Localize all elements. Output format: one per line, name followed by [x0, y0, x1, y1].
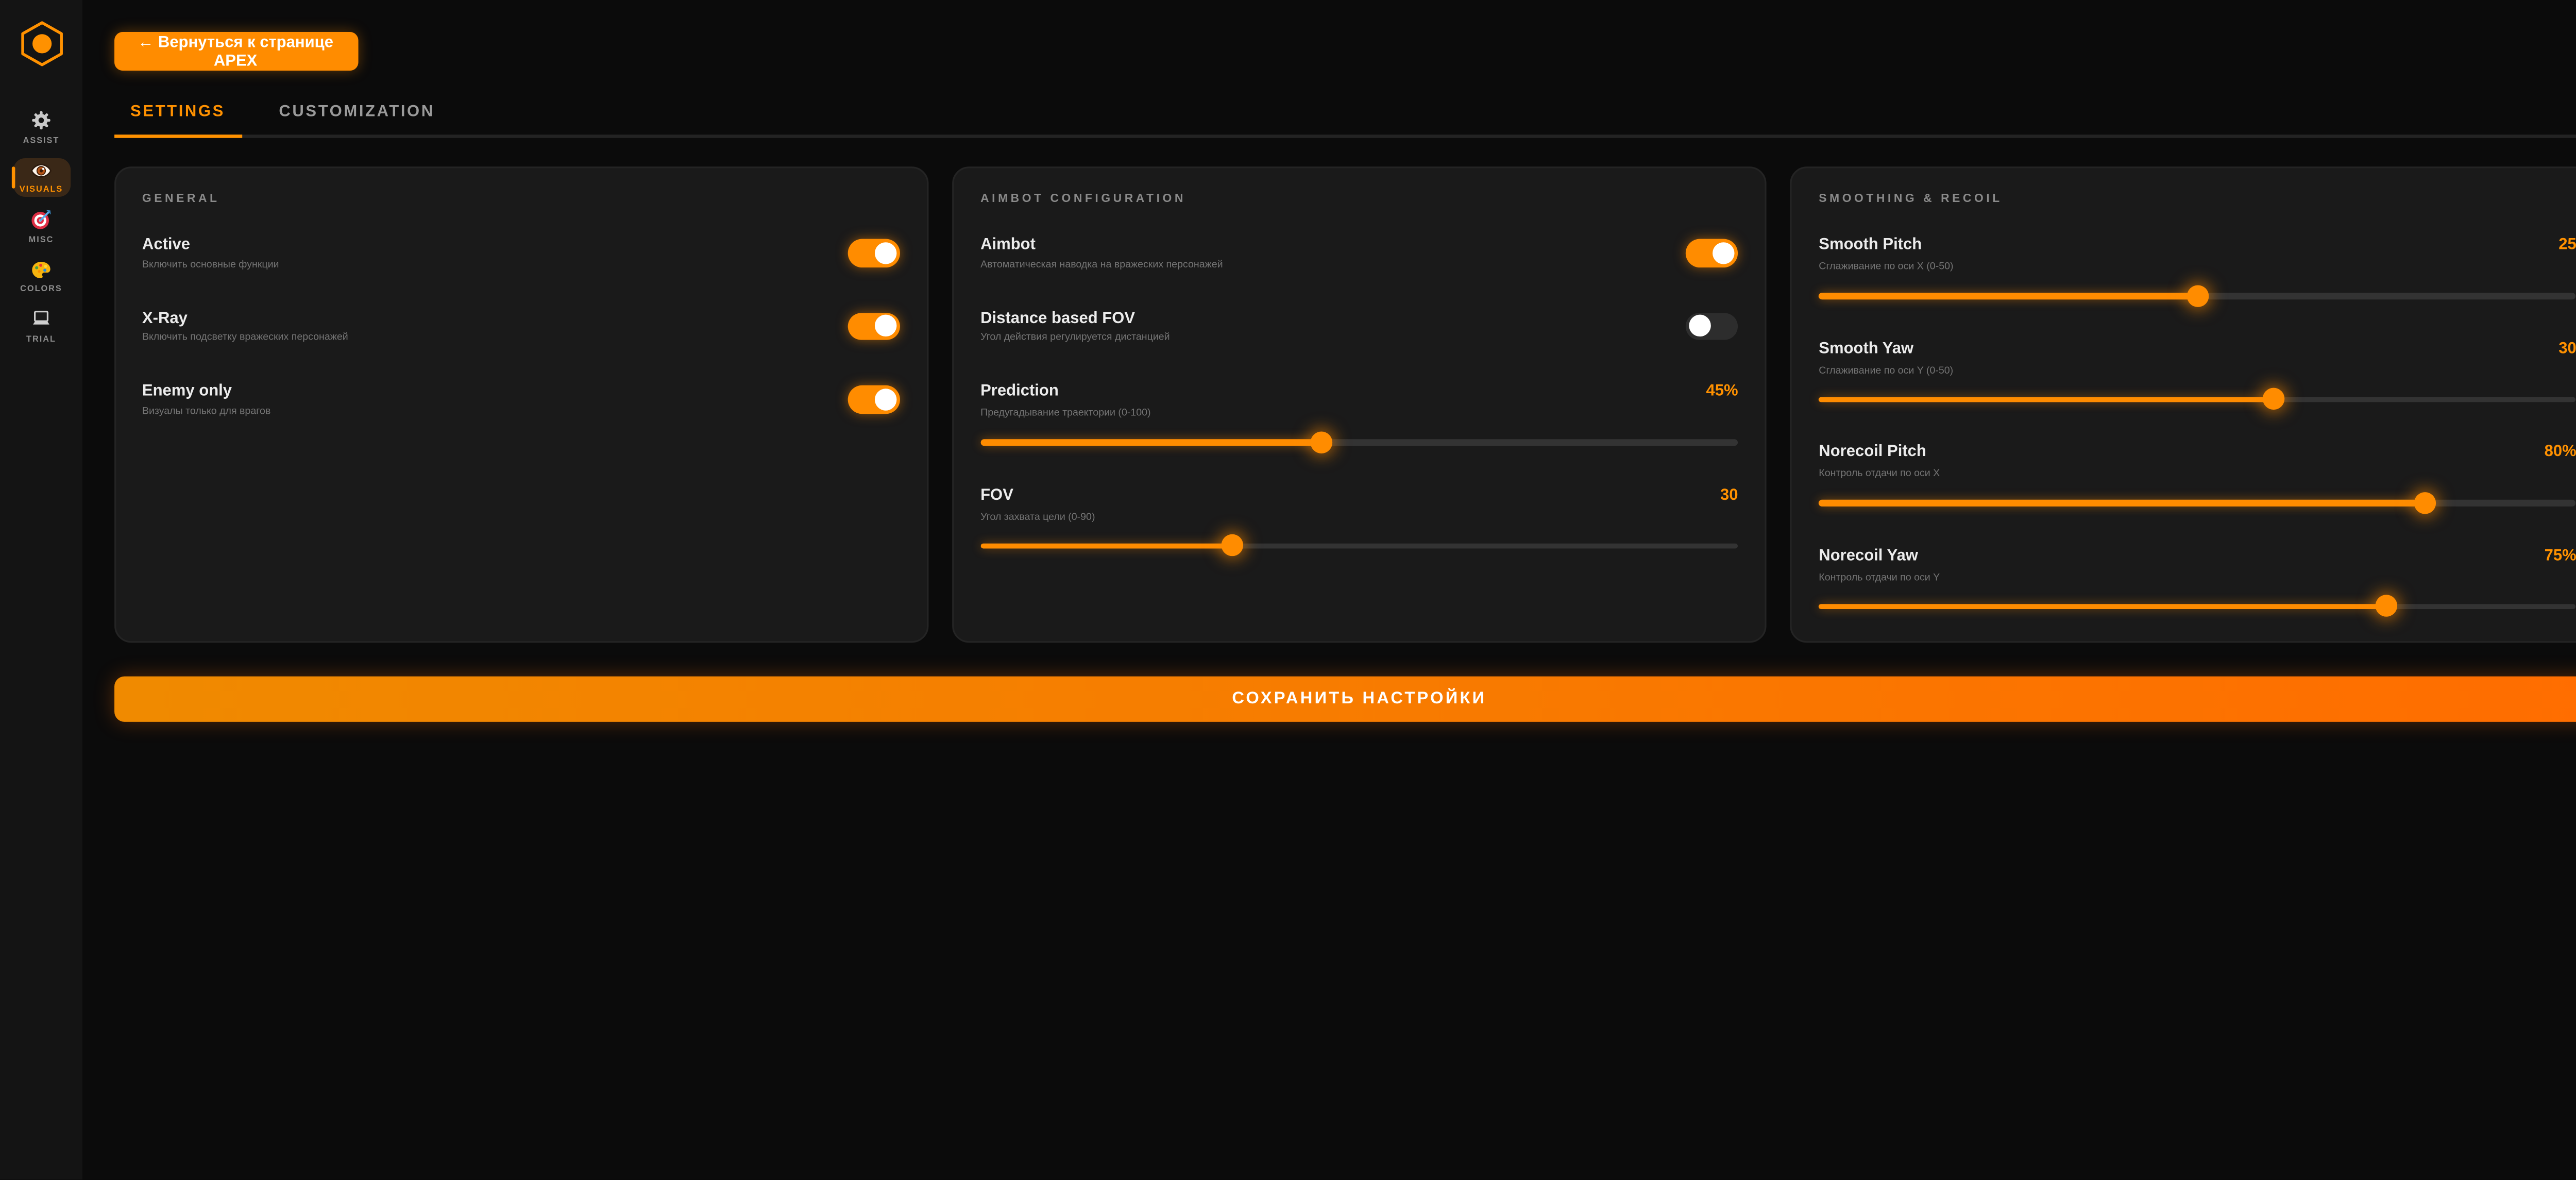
slider-value: 75% — [2545, 546, 2576, 565]
sidebar-nav: ASSIST VISUALS — [12, 108, 70, 356]
palette-icon — [30, 258, 52, 280]
fov-slider[interactable] — [980, 543, 1738, 548]
setting-row-distance-based-fov: Distance based FOV Угол действия регулир… — [980, 309, 1738, 343]
slider-value: 25 — [2558, 235, 2576, 254]
setting-row-smooth-pitch: Smooth Pitch 25 Сглаживание по оси X (0-… — [1819, 235, 2576, 298]
setting-description: Включить подсветку вражеских персонажей — [142, 333, 348, 344]
tab-settings[interactable]: SETTINGS — [113, 93, 242, 138]
sidebar-item-colors[interactable]: COLORS — [12, 257, 70, 296]
setting-row-prediction: Prediction 45% Предугадывание траектории… — [980, 382, 1738, 445]
slider-fill — [980, 439, 1321, 445]
slider-thumb[interactable] — [1222, 535, 1244, 557]
prediction-slider[interactable] — [980, 439, 1738, 445]
slider-fill — [1819, 603, 2387, 609]
toggle-knob — [1713, 242, 1735, 264]
setting-label: Distance based FOV — [980, 309, 1170, 327]
slider-thumb[interactable] — [2376, 595, 2398, 617]
slider-value: 30 — [1720, 485, 1738, 504]
tab-bar: SETTINGS CUSTOMIZATION — [113, 93, 2576, 138]
slider-fill — [1819, 500, 2425, 505]
setting-description: Визуалы только для врагов — [142, 407, 270, 417]
slider-thumb[interactable] — [1311, 431, 1332, 453]
toggle-knob — [874, 242, 896, 264]
setting-label: Aimbot — [980, 235, 1223, 254]
setting-label: Smooth Pitch — [1819, 235, 1922, 254]
slider-value: 80% — [2545, 443, 2576, 461]
panel-title: GENERAL — [142, 194, 900, 206]
sidebar-item-label: TRIAL — [26, 334, 56, 344]
slider-value: 30 — [2558, 339, 2576, 358]
smooth-yaw-slider[interactable] — [1819, 396, 2576, 402]
setting-label: X-Ray — [142, 309, 348, 327]
xray-toggle[interactable] — [848, 312, 900, 340]
setting-description: Контроль отдачи по оси Y — [1819, 573, 2576, 583]
distance-based-fov-toggle[interactable] — [1686, 312, 1738, 340]
setting-label: Norecoil Pitch — [1819, 443, 1926, 461]
slider-fill — [980, 543, 1233, 548]
aimbot-toggle[interactable] — [1686, 239, 1738, 267]
panel-smoothing-recoil: SMOOTHING & RECOIL Smooth Pitch 25 Сглаж… — [1790, 166, 2576, 643]
setting-row-norecoil-yaw: Norecoil Yaw 75% Контроль отдачи по оси … — [1819, 546, 2576, 609]
gear-icon — [30, 109, 52, 131]
panel-general: GENERAL Active Включить основные функции… — [113, 166, 928, 643]
sidebar-item-assist[interactable]: ASSIST — [12, 108, 70, 147]
slider-thumb[interactable] — [2414, 492, 2435, 513]
setting-description: Предугадывание траектории (0-100) — [980, 409, 1738, 419]
panel-title: AIMBOT CONFIGURATION — [980, 194, 1738, 206]
app-window: ASSIST VISUALS — [0, 0, 2576, 1180]
panel-aimbot-configuration: AIMBOT CONFIGURATION Aimbot Автоматическ… — [952, 166, 1767, 643]
toggle-knob — [874, 315, 896, 337]
setting-label: Norecoil Yaw — [1819, 546, 1918, 565]
setting-row-xray: X-Ray Включить подсветку вражеских персо… — [142, 309, 900, 343]
setting-description: Контроль отдачи по оси X — [1819, 469, 2576, 480]
sidebar-item-trial[interactable]: TRIAL — [12, 306, 70, 346]
toggle-knob — [1689, 315, 1711, 337]
laptop-icon — [30, 308, 52, 330]
setting-label: Active — [142, 235, 279, 254]
setting-description: Автоматическая наводка на вражеских перс… — [980, 260, 1223, 270]
setting-label: Prediction — [980, 382, 1059, 400]
toggle-knob — [874, 389, 896, 410]
setting-row-aimbot: Aimbot Автоматическая наводка на вражеск… — [980, 235, 1738, 270]
settings-panels: GENERAL Active Включить основные функции… — [113, 166, 2576, 643]
slider-thumb[interactable] — [2187, 285, 2208, 307]
back-to-apex-button[interactable]: ← Вернуться к странице APEX — [113, 32, 357, 71]
setting-description: Угол действия регулируется дистанцией — [980, 333, 1170, 344]
setting-row-enemy-only: Enemy only Визуалы только для врагов — [142, 382, 900, 416]
slider-fill — [1819, 293, 2197, 298]
sidebar-item-label: COLORS — [20, 284, 62, 295]
active-toggle[interactable] — [848, 239, 900, 267]
enemy-only-toggle[interactable] — [848, 385, 900, 413]
hexagon-logo-icon — [20, 20, 63, 67]
setting-description: Угол захвата цели (0-90) — [980, 512, 1738, 522]
smooth-pitch-slider[interactable] — [1819, 293, 2576, 298]
panel-title: SMOOTHING & RECOIL — [1819, 194, 2576, 206]
setting-label: Smooth Yaw — [1819, 339, 1913, 358]
sidebar-item-visuals[interactable]: VISUALS — [12, 157, 70, 197]
norecoil-yaw-slider[interactable] — [1819, 603, 2576, 609]
setting-row-smooth-yaw: Smooth Yaw 30 Сглаживание по оси Y (0-50… — [1819, 339, 2576, 402]
sidebar-item-label: ASSIST — [23, 136, 60, 146]
slider-value: 45% — [1706, 382, 1738, 400]
norecoil-pitch-slider[interactable] — [1819, 500, 2576, 505]
save-settings-button[interactable]: СОХРАНИТЬ НАСТРОЙКИ — [113, 677, 2576, 721]
slider-fill — [1819, 396, 2273, 402]
target-icon — [30, 209, 52, 230]
setting-row-norecoil-pitch: Norecoil Pitch 80% Контроль отдачи по ос… — [1819, 443, 2576, 505]
setting-row-fov: FOV 30 Угол захвата цели (0-90) — [980, 485, 1738, 548]
setting-description: Включить основные функции — [142, 260, 279, 270]
slider-thumb[interactable] — [2262, 388, 2284, 410]
main-content: ← Вернуться к странице APEX SETTINGS CUS… — [82, 0, 2576, 1180]
eye-icon — [30, 159, 52, 181]
sidebar-item-misc[interactable]: MISC — [12, 207, 70, 247]
setting-label: Enemy only — [142, 382, 270, 400]
tab-customization[interactable]: CUSTOMIZATION — [262, 93, 452, 138]
setting-description: Сглаживание по оси Y (0-50) — [1819, 366, 2576, 376]
setting-description: Сглаживание по оси X (0-50) — [1819, 262, 2576, 273]
sidebar-item-label: VISUALS — [20, 185, 63, 195]
setting-label: FOV — [980, 485, 1013, 504]
setting-row-active: Active Включить основные функции — [142, 235, 900, 270]
sidebar-item-label: MISC — [29, 235, 54, 245]
sidebar: ASSIST VISUALS — [0, 0, 82, 1180]
